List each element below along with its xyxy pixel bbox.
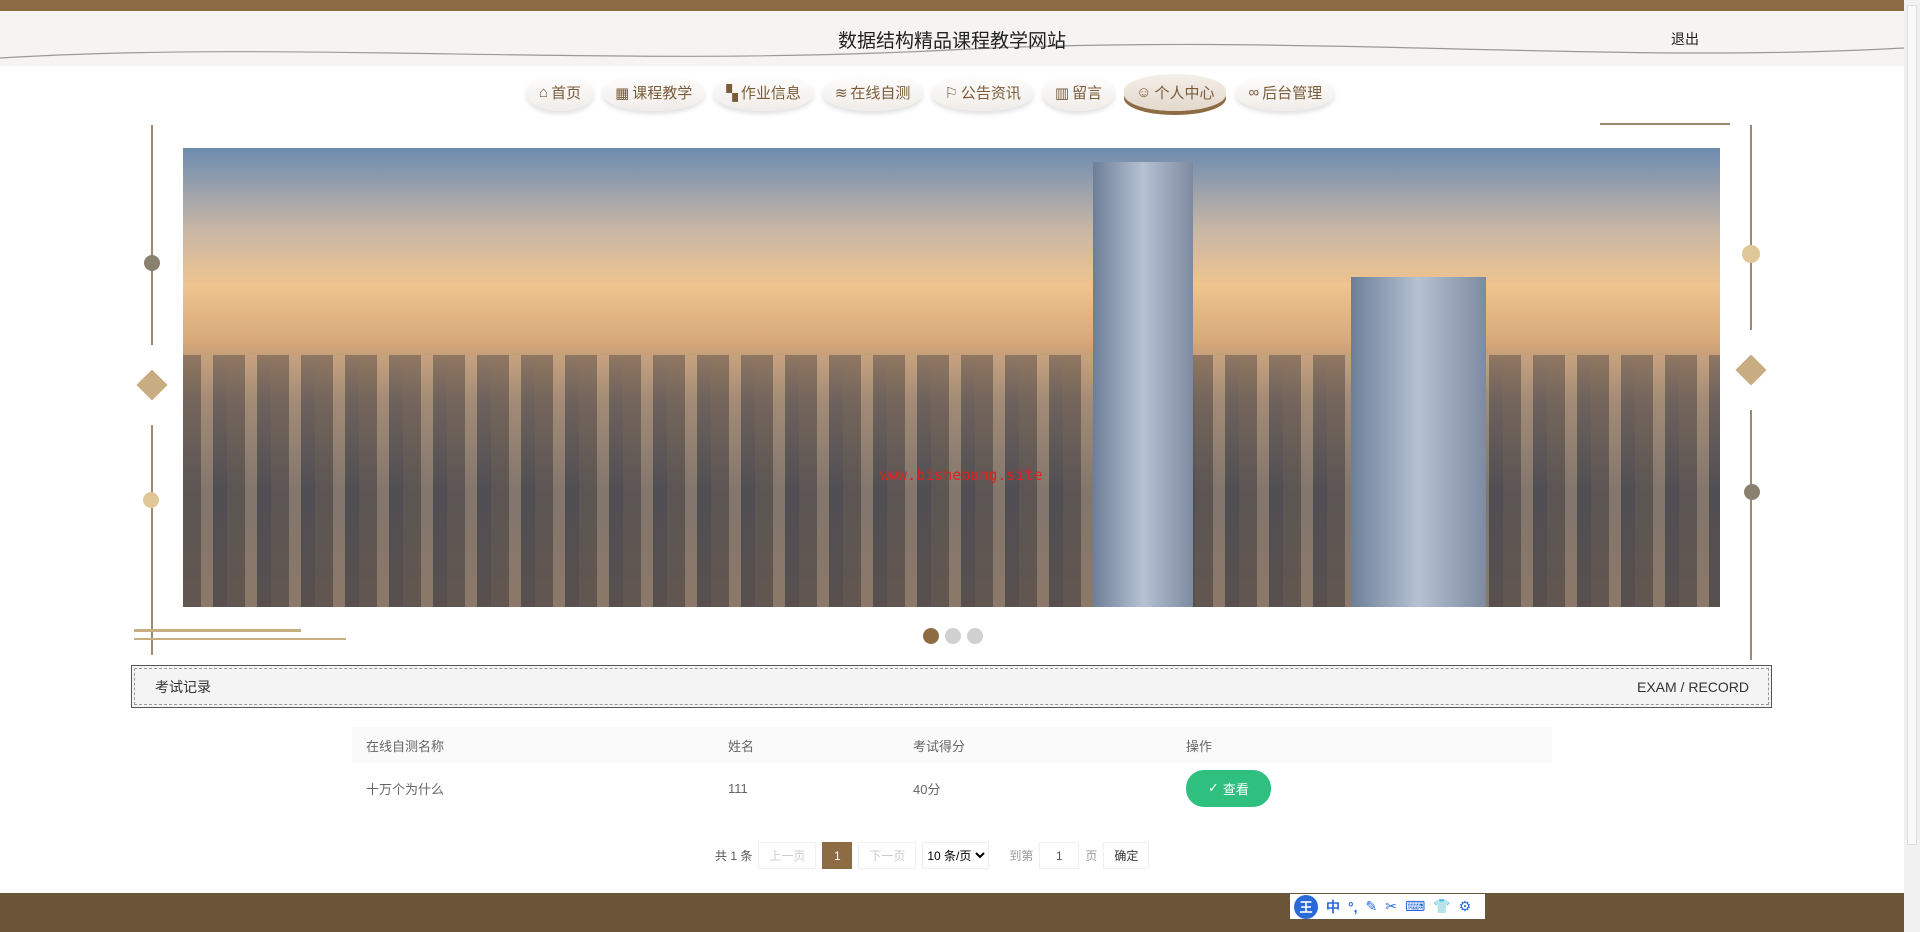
grid-icon: ▚: [726, 84, 738, 102]
page-size-select[interactable]: 10 条/页: [922, 842, 990, 869]
section-subtitle: EXAM / RECORD: [1636, 678, 1749, 695]
cell-test-name: 十万个为什么: [366, 781, 445, 797]
shield-check-icon: ✓: [1208, 780, 1219, 795]
table-header: 在线自测名称 姓名 考试得分 操作: [352, 727, 1552, 763]
pen-icon[interactable]: ✎: [1366, 898, 1378, 915]
table-row: 十万个为什么 111 40分 ✓ 查看: [352, 763, 1552, 813]
nav-news[interactable]: ⚐ 公告资讯: [932, 74, 1033, 111]
scrollbar[interactable]: [1904, 0, 1920, 932]
column-header: 考试得分: [899, 727, 1172, 763]
nav-personal-center[interactable]: ☺ 个人中心: [1124, 74, 1227, 111]
book-icon: ▦: [615, 84, 630, 102]
keyboard-icon[interactable]: ⌨: [1405, 898, 1425, 915]
home-icon: ⌂: [539, 84, 549, 101]
view-button[interactable]: ✓ 查看: [1186, 769, 1271, 807]
frame-line: [1750, 410, 1752, 660]
banner-carousel[interactable]: [183, 148, 1720, 607]
tower: [1351, 277, 1486, 607]
page-button[interactable]: 1: [822, 842, 853, 869]
nav-messages[interactable]: ▥ 留言: [1042, 74, 1115, 111]
nav-label: 留言: [1072, 85, 1103, 102]
nav-admin[interactable]: ∞ 后台管理: [1236, 74, 1335, 111]
top-bar: [0, 0, 1904, 11]
cell-user: 111: [728, 780, 748, 796]
goto-label: 到第: [1009, 849, 1034, 863]
nav-courses[interactable]: ▦ 课程教学: [603, 74, 705, 111]
nav-self-test[interactable]: ≋ 在线自测: [822, 74, 923, 111]
nav-homework[interactable]: ▚ 作业信息: [714, 74, 813, 111]
prev-page-button[interactable]: 上一页: [758, 842, 817, 869]
pagination: 共 1 条 上一页 1 下一页 10 条/页 到第 1 页 确定: [715, 842, 1150, 869]
nav-label: 在线自测: [850, 85, 911, 102]
frame-line: [151, 125, 153, 345]
column-header: 姓名: [714, 727, 899, 763]
nav-label: 作业信息: [740, 85, 801, 102]
frame-line: [1600, 123, 1730, 125]
frame-line: [134, 629, 301, 632]
carousel-dot[interactable]: [945, 628, 961, 644]
layers-icon: ≋: [834, 84, 848, 102]
flag-icon: ⚐: [944, 84, 958, 102]
user-icon: ☺: [1136, 84, 1152, 101]
decor-diamond: [136, 369, 168, 401]
scrollbar-thumb[interactable]: [1907, 5, 1917, 845]
cell-score: 40分: [913, 781, 941, 797]
decor-diamond: [1735, 354, 1767, 386]
exam-record-table: 在线自测名称 姓名 考试得分 操作 十万个为什么 111 40分 ✓ 查看: [352, 727, 1552, 813]
punctuation-icon[interactable]: °,: [1348, 899, 1358, 915]
section-title: 考试记录: [155, 678, 211, 695]
nav-home[interactable]: ⌂ 首页: [527, 74, 594, 111]
nav-label: 个人中心: [1154, 85, 1215, 102]
tower: [1093, 162, 1193, 607]
site-title: 数据结构精品课程教学网站: [837, 31, 1066, 52]
confirm-button[interactable]: 确定: [1103, 842, 1150, 869]
page-unit: 页: [1085, 849, 1098, 863]
scissors-icon[interactable]: ✂: [1385, 898, 1397, 915]
carousel-dot[interactable]: [967, 628, 983, 644]
decor-dot: [1742, 245, 1760, 263]
chinese-mode-icon[interactable]: 中: [1326, 897, 1340, 917]
nav-label: 公告资讯: [960, 85, 1021, 102]
message-icon: ▥: [1054, 84, 1070, 102]
footer: [0, 893, 1904, 932]
view-label: 查看: [1222, 781, 1249, 797]
decor-dot: [144, 255, 160, 271]
total-count: 共 1 条: [715, 849, 753, 863]
carousel-dots: [923, 628, 983, 644]
watermark: www.bishebang.site: [880, 466, 1043, 484]
link-icon: ∞: [1248, 84, 1260, 101]
nav-label: 后台管理: [1262, 85, 1323, 102]
ime-logo[interactable]: 王: [1294, 894, 1318, 919]
settings-icon[interactable]: ⚙: [1459, 898, 1472, 915]
section-header: 考试记录 EXAM / RECORD: [131, 665, 1772, 708]
main-nav: ⌂ 首页 ▦ 课程教学 ▚ 作业信息 ≋ 在线自测 ⚐ 公告资讯 ▥ 留言 ☺ 个人中心 ∞ 后…: [527, 74, 1335, 111]
decor-dot: [143, 492, 159, 508]
nav-label: 首页: [551, 85, 582, 102]
decor-dot: [1744, 484, 1760, 500]
skin-icon[interactable]: 👕: [1433, 898, 1450, 915]
frame-line: [1750, 125, 1752, 330]
ime-toolbar: 王 中 °, ✎ ✂ ⌨ 👕 ⚙: [1290, 894, 1485, 919]
frame-line: [134, 638, 346, 640]
carousel-dot[interactable]: [923, 628, 939, 644]
logout-link[interactable]: 退出: [1671, 29, 1699, 49]
frame-line: [151, 425, 153, 655]
nav-label: 课程教学: [632, 85, 693, 102]
column-header: 操作: [1172, 727, 1552, 763]
column-header: 在线自测名称: [352, 727, 714, 763]
next-page-button[interactable]: 下一页: [858, 842, 917, 869]
goto-page-input[interactable]: 1: [1039, 842, 1080, 869]
